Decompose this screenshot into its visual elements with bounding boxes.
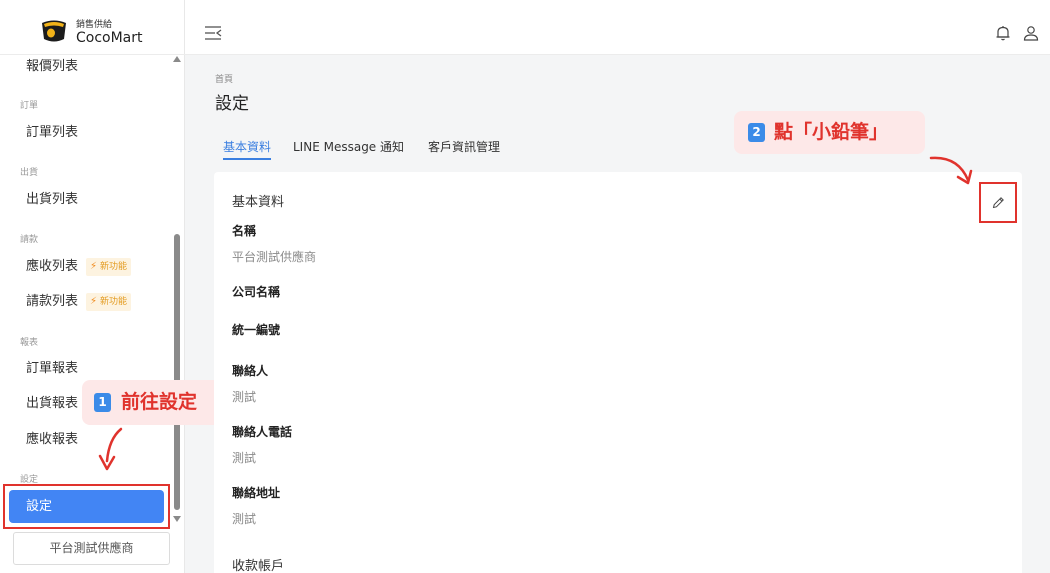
field-value-address: 測試 (232, 512, 257, 526)
step-number: 2 (748, 123, 765, 142)
sidebar-group-orders: 訂單 (20, 101, 39, 111)
top-bar (185, 0, 1050, 55)
basic-info-card (214, 172, 1022, 573)
step-number: 1 (94, 393, 111, 412)
breadcrumb[interactable]: 首頁 (215, 72, 233, 85)
step-text: 點「小鉛筆」 (774, 121, 889, 143)
tab-line-message[interactable]: LINE Message 通知 (293, 138, 404, 160)
menu-fold-icon[interactable] (204, 26, 222, 40)
sidebar-item-label: 請款列表 (26, 294, 79, 309)
cocomart-logo-icon (42, 20, 66, 42)
tab-basic-info[interactable]: 基本資料 (223, 138, 272, 160)
section-heading-bank-account: 收款帳戶 (232, 559, 285, 573)
field-value-contact-phone: 測試 (232, 451, 257, 465)
field-value-contact: 測試 (232, 390, 257, 404)
sidebar-item-receivables[interactable]: 應收列表 ⚡ 新功能 (26, 257, 132, 277)
highlight-box-settings (3, 484, 170, 529)
bell-icon[interactable] (995, 25, 1011, 41)
sidebar-item-label: 訂單報表 (26, 361, 79, 376)
sidebar-group-billing: 請款 (20, 235, 39, 245)
sidebar-item-receivable-report[interactable]: 應收報表 (26, 430, 78, 450)
sidebar-group-shipping: 出貨 (20, 168, 39, 178)
sidebar: 銷售供給 CocoMart 報價列表 訂單 訂單列表 出貨 出貨列表 請款 應收… (0, 0, 185, 573)
sidebar-item-label: 出貨報表 (26, 396, 79, 411)
edit-button[interactable] (979, 182, 1017, 223)
sidebar-item-orders[interactable]: 訂單列表 (26, 123, 78, 143)
badge-label: 新功能 (100, 296, 128, 307)
annotation-step-1: 1 前往設定 (82, 380, 222, 425)
field-label-company: 公司名稱 (232, 285, 281, 299)
tab-customer-info[interactable]: 客戶資訊管理 (428, 138, 500, 160)
field-label-contact: 聯絡人 (232, 364, 269, 378)
lightning-icon: ⚡ (90, 260, 98, 272)
new-feature-badge: ⚡ 新功能 (86, 257, 132, 276)
field-label-address: 聯絡地址 (232, 486, 281, 500)
sidebar-item-order-report[interactable]: 訂單報表 (26, 359, 78, 379)
sidebar-item-shipment-report[interactable]: 出貨報表 (26, 394, 78, 414)
page-title: 設定 (215, 94, 249, 114)
scrollbar-thumb[interactable] (174, 234, 180, 510)
sidebar-item-label: 應收報表 (26, 432, 79, 447)
step-text: 前往設定 (121, 391, 198, 413)
annotation-arrow-icon (98, 427, 123, 471)
scroll-down-arrow-icon[interactable] (173, 516, 181, 522)
sidebar-group-reports: 報表 (20, 338, 39, 348)
supplier-switch-button[interactable]: 平台測試供應商 (13, 532, 170, 565)
badge-label: 新功能 (100, 261, 128, 272)
sidebar-item-label: 報價列表 (26, 59, 79, 74)
sidebar-item-invoices[interactable]: 請款列表 ⚡ 新功能 (26, 292, 132, 312)
sidebar-divider (0, 54, 185, 55)
user-icon[interactable] (1023, 25, 1039, 41)
logo-name: CocoMart (76, 30, 143, 46)
sidebar-item-quotes[interactable]: 報價列表 (26, 57, 78, 77)
annotation-step-2: 2 點「小鉛筆」 (734, 111, 925, 154)
annotation-arrow-icon (929, 156, 973, 185)
sidebar-item-label: 訂單列表 (26, 125, 79, 140)
sidebar-item-label: 應收列表 (26, 259, 79, 274)
field-value-name: 平台測試供應商 (232, 250, 317, 264)
sidebar-item-shipments[interactable]: 出貨列表 (26, 190, 78, 210)
field-label-name: 名稱 (232, 224, 257, 238)
new-feature-badge: ⚡ 新功能 (86, 292, 132, 311)
pencil-icon (992, 197, 1004, 209)
field-label-contact-phone: 聯絡人電話 (232, 425, 293, 439)
field-label-tax-id: 統一編號 (232, 323, 281, 337)
sidebar-scrollbar[interactable] (172, 56, 182, 526)
sidebar-item-label: 出貨列表 (26, 192, 79, 207)
card-heading: 基本資料 (232, 195, 285, 210)
lightning-icon: ⚡ (90, 295, 98, 307)
logo-subtitle: 銷售供給 (76, 20, 113, 30)
logo[interactable]: 銷售供給 CocoMart (40, 15, 180, 47)
scroll-up-arrow-icon[interactable] (173, 56, 181, 62)
